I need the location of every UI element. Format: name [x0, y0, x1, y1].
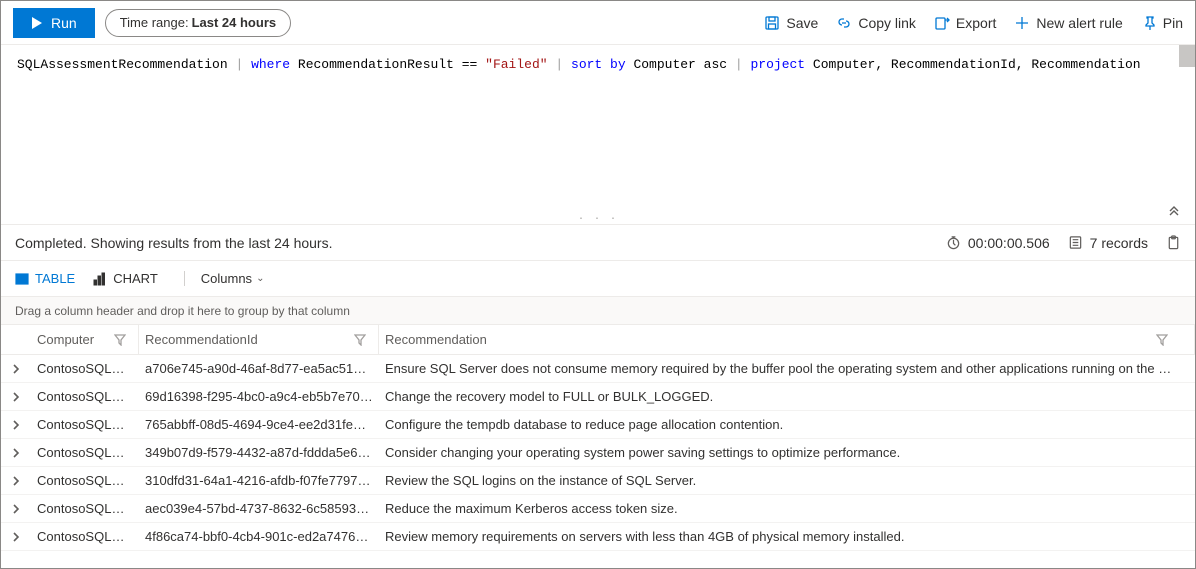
column-header-recommendation[interactable]: Recommendation: [379, 325, 1195, 354]
toolbar: Run Time range: Last 24 hours Save Copy …: [1, 1, 1195, 45]
cell-recommendation: Review memory requirements on servers wi…: [379, 529, 1195, 544]
cell-computer: ContosoSQLSrv1: [31, 473, 139, 488]
tab-table[interactable]: TABLE: [15, 271, 75, 286]
cell-recommendation-id: 349b07d9-f579-4432-a87d-fddda5e63c...: [139, 445, 379, 460]
cell-recommendation: Review the SQL logins on the instance of…: [379, 473, 1195, 488]
editor-resize-handle[interactable]: · · ·: [578, 214, 618, 225]
records-icon: [1068, 235, 1083, 250]
cell-computer: ContosoSQLSrv1: [31, 501, 139, 516]
cell-recommendation-id: 765abbff-08d5-4694-9ce4-ee2d31fe0dca: [139, 417, 379, 432]
copy-link-button[interactable]: Copy link: [836, 15, 916, 31]
cell-computer: ContosoSQLSrv1: [31, 445, 139, 460]
expand-row-button[interactable]: [1, 392, 31, 402]
time-range-label: Time range:: [120, 15, 189, 30]
table-icon: [15, 272, 29, 286]
chart-icon: [93, 272, 107, 286]
expand-row-button[interactable]: [1, 448, 31, 458]
filter-icon[interactable]: [354, 334, 366, 346]
table-row[interactable]: ContosoSQLSrv1aec039e4-57bd-4737-8632-6c…: [1, 495, 1195, 523]
group-by-dropzone[interactable]: Drag a column header and drop it here to…: [1, 297, 1195, 325]
cell-recommendation: Reduce the maximum Kerberos access token…: [379, 501, 1195, 516]
results-table: ContosoSQLSrv1a706e745-a90d-46af-8d77-ea…: [1, 355, 1195, 551]
column-header-computer[interactable]: Computer: [31, 325, 139, 354]
run-label: Run: [51, 15, 77, 31]
cell-computer: ContosoSQLSrv1: [31, 529, 139, 544]
expand-row-button[interactable]: [1, 420, 31, 430]
table-row[interactable]: ContosoSQLSrv1a706e745-a90d-46af-8d77-ea…: [1, 355, 1195, 383]
filter-icon[interactable]: [1156, 334, 1168, 346]
table-row[interactable]: ContosoSQLSrv169d16398-f295-4bc0-a9c4-eb…: [1, 383, 1195, 411]
cell-recommendation-id: 4f86ca74-bbf0-4cb4-901c-ed2a7476602b: [139, 529, 379, 544]
table-row[interactable]: ContosoSQLSrv1310dfd31-64a1-4216-afdb-f0…: [1, 467, 1195, 495]
status-bar: Completed. Showing results from the last…: [1, 225, 1195, 261]
record-count: 7 records: [1068, 235, 1148, 251]
export-button[interactable]: Export: [934, 15, 996, 31]
cell-recommendation-id: 69d16398-f295-4bc0-a9c4-eb5b7e7096...: [139, 389, 379, 404]
cell-computer: ContosoSQLSrv1: [31, 361, 139, 376]
cell-recommendation-id: a706e745-a90d-46af-8d77-ea5ac51a233c: [139, 361, 379, 376]
column-header-recommendation-id[interactable]: RecommendationId: [139, 325, 379, 354]
collapse-editor-button[interactable]: [1167, 202, 1181, 220]
export-icon: [934, 15, 950, 31]
expand-row-button[interactable]: [1, 364, 31, 374]
query-editor[interactable]: SQLAssessmentRecommendation | where Reco…: [1, 45, 1195, 225]
pin-icon: [1141, 15, 1157, 31]
cell-computer: ContosoSQLSrv1: [31, 417, 139, 432]
chevron-down-icon: ⌄: [256, 273, 264, 284]
table-row[interactable]: ContosoSQLSrv14f86ca74-bbf0-4cb4-901c-ed…: [1, 523, 1195, 551]
save-button[interactable]: Save: [764, 15, 818, 31]
elapsed-time: 00:00:00.506: [946, 235, 1050, 251]
status-message: Completed. Showing results from the last…: [15, 235, 333, 251]
link-icon: [836, 15, 852, 31]
plus-icon: [1014, 15, 1030, 31]
view-tabs: TABLE CHART Columns ⌄: [1, 261, 1195, 297]
expand-row-button[interactable]: [1, 532, 31, 542]
table-row[interactable]: ContosoSQLSrv1765abbff-08d5-4694-9ce4-ee…: [1, 411, 1195, 439]
tab-chart[interactable]: CHART: [93, 271, 158, 286]
cell-recommendation-id: aec039e4-57bd-4737-8632-6c58593d4...: [139, 501, 379, 516]
query-table: SQLAssessmentRecommendation: [17, 57, 228, 72]
filter-icon[interactable]: [114, 334, 126, 346]
run-button[interactable]: Run: [13, 8, 95, 38]
columns-button[interactable]: Columns ⌄: [184, 271, 265, 286]
cell-recommendation: Consider changing your operating system …: [379, 445, 1195, 460]
stopwatch-icon: [946, 235, 961, 250]
cell-recommendation: Change the recovery model to FULL or BUL…: [379, 389, 1195, 404]
pin-button[interactable]: Pin: [1141, 15, 1183, 31]
toolbar-actions: Save Copy link Export New alert rule Pin: [764, 15, 1183, 31]
new-alert-button[interactable]: New alert rule: [1014, 15, 1122, 31]
save-icon: [764, 15, 780, 31]
table-header: Computer RecommendationId Recommendation: [1, 325, 1195, 355]
time-range-value: Last 24 hours: [192, 15, 277, 30]
editor-scrollbar-thumb[interactable]: [1179, 45, 1195, 67]
cell-recommendation-id: 310dfd31-64a1-4216-afdb-f07fe77972ca: [139, 473, 379, 488]
time-range-picker[interactable]: Time range: Last 24 hours: [105, 9, 291, 37]
expand-row-button[interactable]: [1, 504, 31, 514]
cell-recommendation: Ensure SQL Server does not consume memor…: [379, 361, 1195, 376]
expand-row-button[interactable]: [1, 476, 31, 486]
cell-computer: ContosoSQLSrv1: [31, 389, 139, 404]
copy-results-button[interactable]: [1166, 235, 1181, 250]
play-icon: [31, 17, 43, 29]
cell-recommendation: Configure the tempdb database to reduce …: [379, 417, 1195, 432]
clipboard-icon: [1166, 235, 1181, 250]
table-row[interactable]: ContosoSQLSrv1349b07d9-f579-4432-a87d-fd…: [1, 439, 1195, 467]
